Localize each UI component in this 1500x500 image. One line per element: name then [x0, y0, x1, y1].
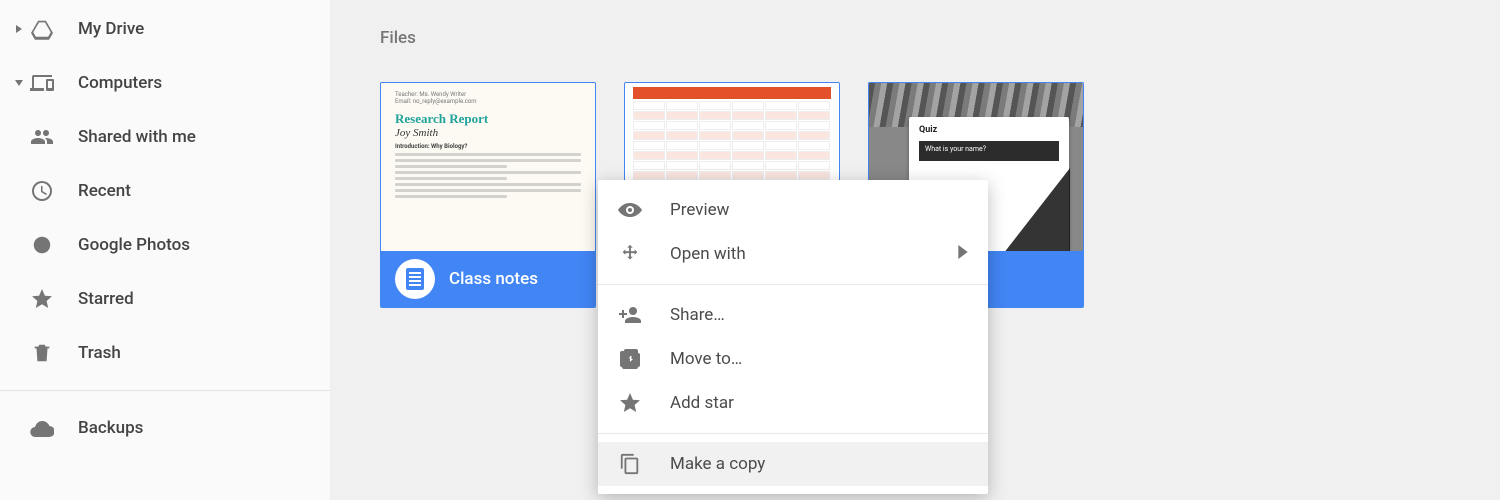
devices-icon — [30, 71, 54, 95]
context-menu-separator — [598, 284, 988, 285]
context-menu-move[interactable]: Move to… — [598, 337, 988, 381]
context-menu-label: Share… — [670, 305, 725, 325]
context-menu: Preview Open with Share… Move to… Add st… — [598, 180, 988, 494]
thumb-title: Research Report — [395, 111, 581, 127]
sidebar-item-backups[interactable]: Backups — [0, 401, 330, 455]
move-arrows-icon — [618, 242, 642, 266]
context-menu-label: Move to… — [670, 349, 742, 369]
sidebar-item-starred[interactable]: Starred — [0, 272, 330, 326]
sidebar-item-photos[interactable]: Google Photos — [0, 218, 330, 272]
file-card-class-notes[interactable]: Teacher: Ms. Wendy WriterEmail: no_reply… — [380, 82, 596, 308]
context-menu-label: Preview — [670, 200, 729, 220]
person-add-icon — [618, 303, 642, 327]
thumb-author: Joy Smith — [395, 127, 581, 139]
folder-arrow-icon — [618, 347, 642, 371]
context-menu-preview[interactable]: Preview — [598, 188, 988, 232]
eye-icon — [618, 198, 642, 222]
pinwheel-icon — [30, 233, 54, 257]
star-icon — [30, 287, 54, 311]
trash-icon — [30, 341, 54, 365]
context-menu-open-with[interactable]: Open with — [598, 232, 988, 276]
sidebar-item-label: Shared with me — [78, 127, 196, 147]
collapse-icon[interactable] — [10, 78, 28, 88]
chevron-right-icon — [958, 244, 968, 264]
sidebar-item-label: Backups — [78, 418, 143, 438]
star-icon — [618, 391, 642, 415]
sidebar: My Drive Computers Shared with me Recent… — [0, 0, 330, 500]
sidebar-item-label: Google Photos — [78, 235, 190, 255]
sidebar-item-trash[interactable]: Trash — [0, 326, 330, 380]
context-menu-label: Make a copy — [670, 454, 765, 474]
file-card-footer: Class notes — [381, 251, 595, 307]
sidebar-item-my-drive[interactable]: My Drive — [0, 2, 330, 56]
sidebar-item-shared[interactable]: Shared with me — [0, 110, 330, 164]
file-name-label: Class notes — [449, 269, 538, 289]
expand-icon[interactable] — [10, 24, 28, 34]
context-menu-share[interactable]: Share… — [598, 293, 988, 337]
drive-icon — [30, 17, 54, 41]
people-icon — [30, 125, 54, 149]
sidebar-item-label: Computers — [78, 73, 162, 93]
copy-icon — [618, 452, 642, 476]
file-thumbnail: Teacher: Ms. Wendy WriterEmail: no_reply… — [381, 83, 595, 251]
sidebar-divider — [0, 390, 330, 391]
cloud-icon — [30, 416, 54, 440]
context-menu-label: Add star — [670, 393, 734, 413]
context-menu-make-copy[interactable]: Make a copy — [598, 442, 988, 486]
docs-icon — [395, 259, 435, 299]
sidebar-item-label: My Drive — [78, 19, 144, 39]
sidebar-item-label: Starred — [78, 289, 134, 309]
sidebar-item-computers[interactable]: Computers — [0, 56, 330, 110]
context-menu-star[interactable]: Add star — [598, 381, 988, 425]
clock-icon — [30, 179, 54, 203]
context-menu-label: Open with — [670, 244, 746, 264]
sidebar-item-label: Recent — [78, 181, 131, 201]
context-menu-separator — [598, 433, 988, 434]
sidebar-item-recent[interactable]: Recent — [0, 164, 330, 218]
section-heading-files: Files — [380, 28, 1450, 48]
sidebar-item-label: Trash — [78, 343, 121, 363]
